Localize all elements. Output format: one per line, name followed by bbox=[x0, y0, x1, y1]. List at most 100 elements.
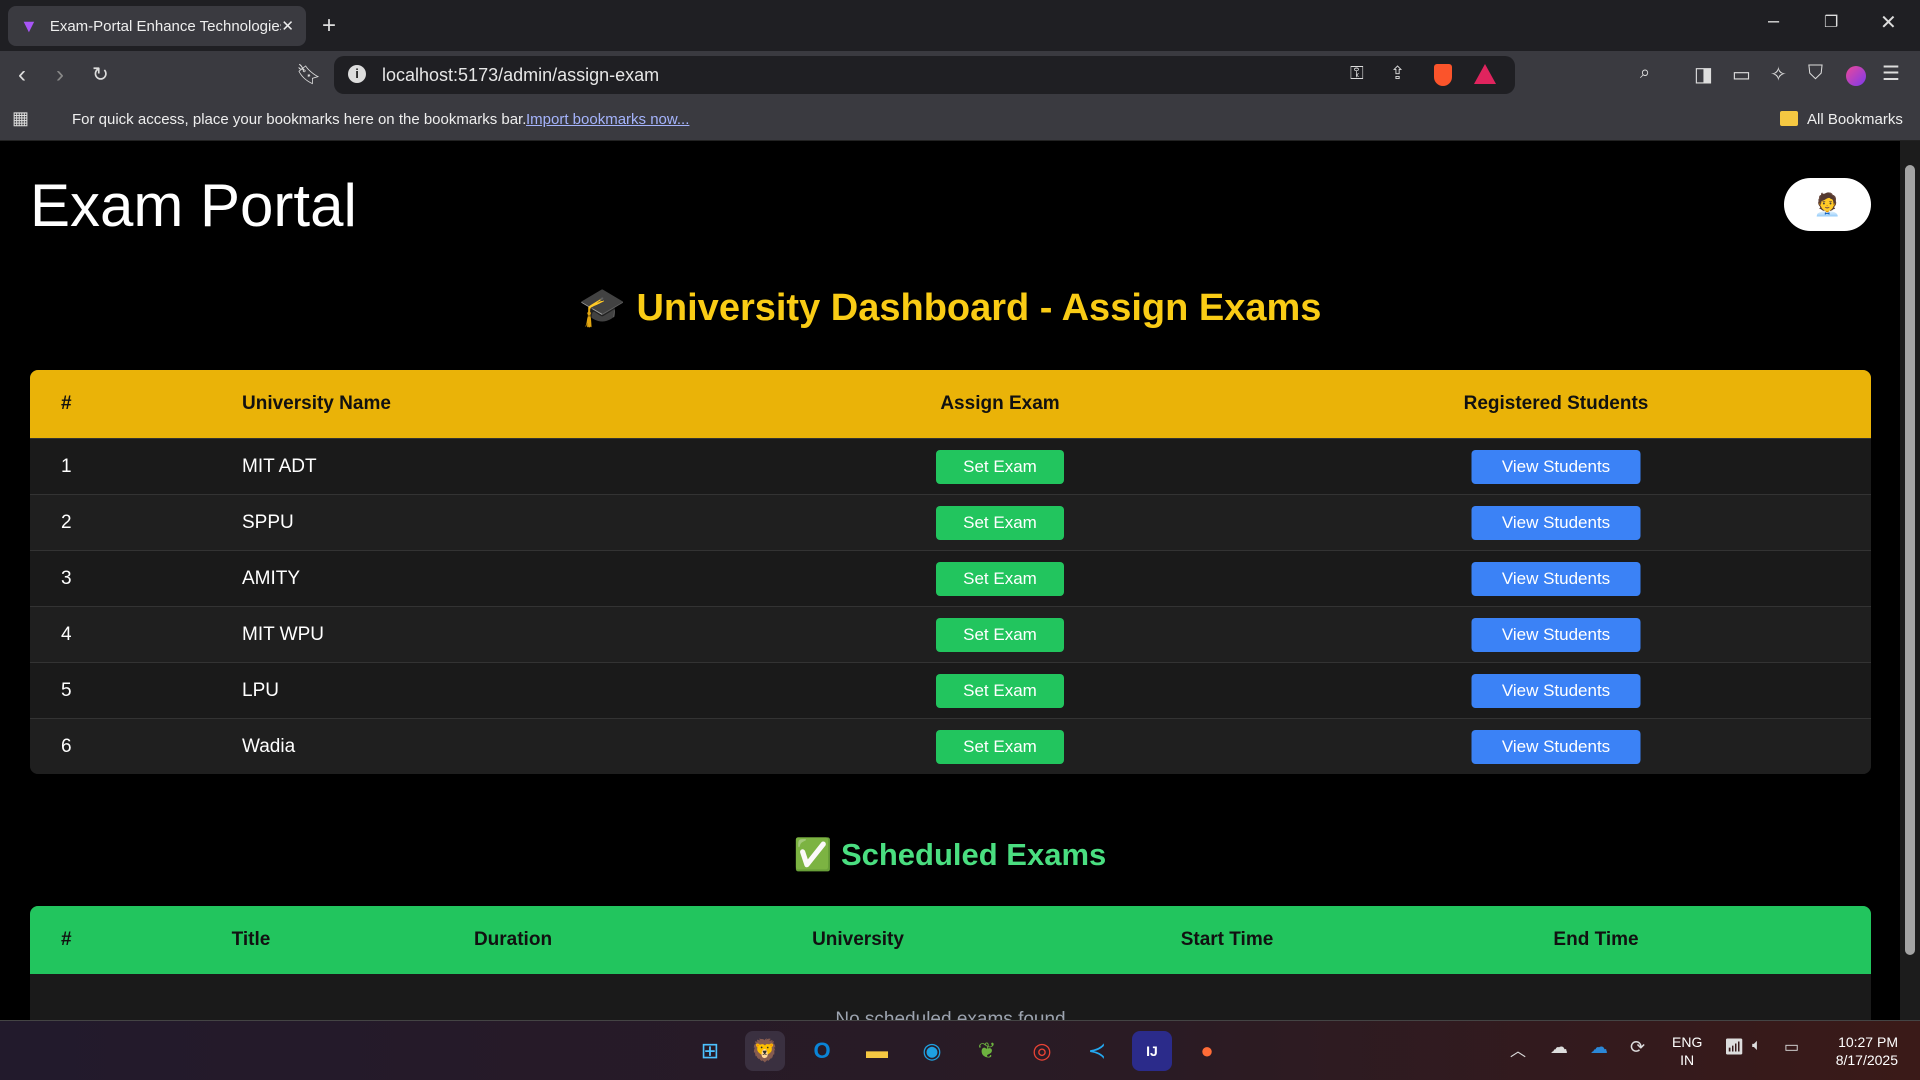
search-page-icon[interactable]: ⌕ bbox=[1640, 62, 1650, 83]
browser-tab-bar: ▼ Exam-Portal Enhance Technologies ✕ + –… bbox=[0, 0, 1920, 51]
table-header: # Title Duration University Start Time E… bbox=[30, 906, 1871, 974]
set-exam-button[interactable]: Set Exam bbox=[936, 673, 1064, 708]
university-name: SPPU bbox=[242, 511, 294, 533]
vite-favicon-icon: ▼ bbox=[20, 15, 38, 36]
set-exam-button[interactable]: Set Exam bbox=[936, 561, 1064, 596]
share-icon[interactable]: ⇪ bbox=[1390, 63, 1405, 84]
bookmark-icon[interactable]: 🔖︎ bbox=[296, 62, 321, 87]
set-exam-button[interactable]: Set Exam bbox=[936, 449, 1064, 484]
close-tab-icon[interactable]: ✕ bbox=[281, 17, 294, 35]
universities-table: # University Name Assign Exam Registered… bbox=[30, 370, 1871, 774]
table-header: # University Name Assign Exam Registered… bbox=[30, 370, 1871, 438]
wallet-icon[interactable]: ▭ bbox=[1732, 62, 1751, 87]
url-text: localhost:5173/admin/assign-exam bbox=[382, 64, 660, 85]
key-icon[interactable]: ⚿ bbox=[1350, 63, 1364, 84]
back-icon[interactable]: ‹ bbox=[18, 61, 26, 89]
import-bookmarks-link[interactable]: Import bookmarks now... bbox=[526, 111, 689, 128]
col-number: # bbox=[61, 929, 72, 950]
col-start-time: Start Time bbox=[1180, 929, 1274, 950]
col-university: University bbox=[812, 929, 904, 950]
intellij-icon[interactable]: IJ bbox=[1132, 1031, 1172, 1071]
outlook-icon[interactable]: O bbox=[802, 1031, 842, 1071]
file-explorer-icon[interactable]: ▬ bbox=[857, 1031, 897, 1071]
time-text: 10:27 PM bbox=[1838, 1034, 1898, 1050]
edge-icon[interactable]: ◉ bbox=[912, 1031, 952, 1071]
vpn-icon[interactable]: ⛉ bbox=[1808, 62, 1823, 85]
close-window-icon[interactable]: ✕ bbox=[1880, 10, 1897, 35]
all-bookmarks[interactable]: All Bookmarks bbox=[1807, 111, 1903, 128]
row-number: 5 bbox=[61, 679, 72, 701]
view-students-button[interactable]: View Students bbox=[1471, 561, 1641, 596]
forward-icon[interactable]: › bbox=[56, 61, 64, 89]
bookmarks-bar: ▦ For quick access, place your bookmarks… bbox=[0, 99, 1920, 141]
col-university-name: University Name bbox=[242, 393, 391, 414]
start-icon[interactable]: ⊞ bbox=[690, 1031, 730, 1071]
vscode-icon[interactable]: ≺ bbox=[1077, 1031, 1117, 1071]
site-info-icon[interactable]: i bbox=[348, 65, 366, 83]
spring-tools-icon[interactable]: ❦ bbox=[967, 1031, 1007, 1071]
scheduled-heading: ✅ Scheduled Exams bbox=[0, 836, 1900, 873]
brave-taskbar-icon[interactable]: 🦁 bbox=[745, 1031, 785, 1071]
folder-icon bbox=[1780, 111, 1798, 126]
table-row: 6 Wadia Set Exam View Students bbox=[30, 718, 1871, 774]
tab-title: Exam-Portal Enhance Technologies bbox=[49, 17, 282, 35]
minimize-icon[interactable]: – bbox=[1768, 10, 1779, 33]
region-text: IN bbox=[1680, 1052, 1695, 1068]
view-students-button[interactable]: View Students bbox=[1471, 617, 1641, 652]
clock[interactable]: 10:27 PM 8/17/2025 bbox=[1820, 1033, 1898, 1069]
show-hidden-icons[interactable]: ︿ bbox=[1510, 1037, 1526, 1061]
browser-tab[interactable]: ▼ Exam-Portal Enhance Technologies ✕ bbox=[8, 6, 306, 46]
graduation-cap-icon: 🎓 bbox=[578, 287, 626, 329]
set-exam-button[interactable]: Set Exam bbox=[936, 729, 1064, 764]
view-students-button[interactable]: View Students bbox=[1471, 449, 1641, 484]
col-number: # bbox=[61, 393, 72, 414]
apps-grid-icon[interactable]: ▦ bbox=[12, 108, 29, 129]
col-duration: Duration bbox=[473, 929, 553, 950]
scrollbar-thumb[interactable] bbox=[1905, 165, 1915, 955]
col-assign-exam: Assign Exam bbox=[940, 393, 1060, 414]
university-name: MIT ADT bbox=[242, 455, 317, 477]
row-number: 4 bbox=[61, 623, 72, 645]
reload-icon[interactable]: ↻ bbox=[92, 62, 109, 87]
brave-rewards-icon[interactable] bbox=[1474, 64, 1496, 84]
set-exam-button[interactable]: Set Exam bbox=[936, 505, 1064, 540]
lang-text: ENG bbox=[1672, 1034, 1703, 1050]
chrome-icon[interactable]: ◎ bbox=[1022, 1031, 1062, 1071]
brave-shields-icon[interactable] bbox=[1434, 64, 1452, 86]
sync-icon[interactable]: ⟳ bbox=[1630, 1037, 1645, 1058]
sidebar-icon[interactable]: ◨ bbox=[1694, 62, 1713, 87]
address-bar[interactable]: i localhost:5173/admin/assign-exam ⚿ ⇪ bbox=[334, 56, 1515, 94]
wifi-icon[interactable]: 📶︎ bbox=[1724, 1037, 1744, 1057]
menu-icon[interactable]: ☰ bbox=[1882, 61, 1900, 86]
new-tab-icon[interactable]: + bbox=[322, 12, 336, 40]
scheduled-heading-text: Scheduled Exams bbox=[840, 837, 1107, 872]
profile-icon[interactable] bbox=[1846, 66, 1866, 86]
onedrive-business-icon[interactable]: ☁ bbox=[1590, 1037, 1608, 1058]
onedrive-icon[interactable]: ☁ bbox=[1550, 1037, 1568, 1058]
table-row: 4 MIT WPU Set Exam View Students bbox=[30, 606, 1871, 662]
table-row: 1 MIT ADT Set Exam View Students bbox=[30, 438, 1871, 494]
app-title: Exam Portal bbox=[30, 172, 357, 239]
view-students-button[interactable]: View Students bbox=[1471, 505, 1641, 540]
view-students-button[interactable]: View Students bbox=[1471, 673, 1641, 708]
restore-icon[interactable]: ❐ bbox=[1824, 12, 1838, 32]
view-students-button[interactable]: View Students bbox=[1471, 729, 1641, 764]
set-exam-button[interactable]: Set Exam bbox=[936, 617, 1064, 652]
avatar-icon: 🧑‍💼 bbox=[1813, 191, 1842, 217]
col-end-time: End Time bbox=[1553, 929, 1639, 950]
page-scrollbar[interactable] bbox=[1900, 141, 1920, 1020]
volume-icon[interactable]: 🔈︎ bbox=[1752, 1037, 1762, 1055]
profile-avatar-button[interactable]: 🧑‍💼 bbox=[1784, 178, 1871, 231]
row-number: 6 bbox=[61, 735, 72, 757]
assign-heading: 🎓 University Dashboard - Assign Exams bbox=[0, 286, 1900, 330]
language-indicator[interactable]: ENG IN bbox=[1672, 1033, 1702, 1069]
row-number: 3 bbox=[61, 567, 72, 589]
page-content: Exam Portal 🧑‍💼 🎓 University Dashboard -… bbox=[0, 141, 1900, 1020]
battery-icon[interactable]: ▭ bbox=[1784, 1037, 1799, 1057]
empty-message: No scheduled exams found bbox=[835, 1009, 1066, 1020]
leo-ai-icon[interactable]: ✧ bbox=[1770, 62, 1787, 87]
university-name: MIT WPU bbox=[242, 623, 324, 645]
postman-icon[interactable]: ● bbox=[1187, 1031, 1227, 1071]
table-row: 5 LPU Set Exam View Students bbox=[30, 662, 1871, 718]
col-registered-students: Registered Students bbox=[1463, 393, 1649, 414]
